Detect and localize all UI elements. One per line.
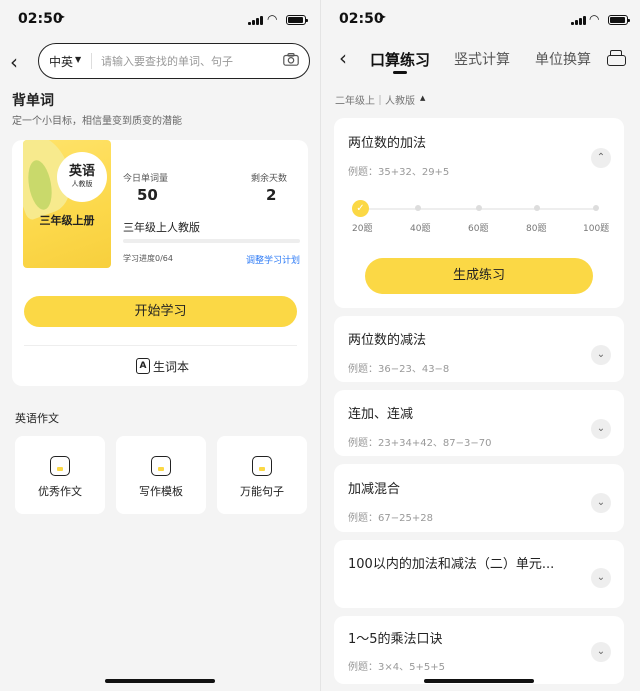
topic-example: 例题：36−23、43−8 bbox=[348, 364, 450, 375]
tab-unit-conversion[interactable]: 单位换算 bbox=[535, 49, 591, 69]
battery-icon bbox=[608, 15, 630, 25]
chevron-up-icon[interactable]: ⌃ bbox=[591, 148, 611, 168]
topic-title: 100以内的加法和减法（二）单元... bbox=[348, 557, 555, 572]
topic-example: 例题：35+32、29+5 bbox=[348, 167, 450, 178]
home-indicator[interactable] bbox=[424, 679, 534, 683]
topic-example: 例题：67−25+28 bbox=[348, 513, 433, 524]
study-progress-text: 学习进度0/64 bbox=[123, 254, 173, 263]
topic-title: 两位数的减法 bbox=[348, 333, 427, 348]
topic-card[interactable] bbox=[334, 616, 624, 684]
wifi-icon: ◠ bbox=[589, 12, 600, 26]
cover-badge-subtitle: 人教版 bbox=[71, 180, 93, 188]
tile-label: 优秀作文 bbox=[38, 485, 82, 498]
search-bar[interactable]: 中英 ▼ bbox=[38, 43, 310, 79]
chevron-down-icon[interactable]: ⌄ bbox=[591, 419, 611, 439]
printer-icon[interactable] bbox=[607, 50, 626, 66]
writing-template-icon bbox=[151, 456, 171, 476]
location-icon: ➤ bbox=[378, 12, 387, 23]
location-icon: ➤ bbox=[57, 12, 66, 23]
wordbook-icon: A bbox=[136, 358, 150, 374]
active-tab-indicator bbox=[393, 71, 407, 74]
slider-stop[interactable] bbox=[415, 205, 421, 211]
status-time: 02:50 bbox=[339, 11, 384, 27]
search-divider bbox=[91, 53, 92, 69]
caret-up-icon: ▲ bbox=[420, 94, 426, 102]
edition-name: 三年级上人教版 bbox=[123, 221, 200, 234]
cover-badge-title: 英语 bbox=[68, 164, 95, 179]
topic-example: 例题：23+34+42、87−3−70 bbox=[348, 438, 492, 449]
slider-label: 100题 bbox=[583, 224, 610, 234]
composition-title: 英语作文 bbox=[15, 412, 59, 425]
slider-knob-check-icon[interactable]: ✓ bbox=[352, 200, 369, 217]
chevron-down-icon[interactable]: ⌄ bbox=[591, 642, 611, 662]
days-left-value: 2 bbox=[266, 186, 277, 204]
today-words-value: 50 bbox=[137, 186, 158, 204]
language-select[interactable]: 中英 bbox=[49, 53, 73, 70]
textbook-cover[interactable]: 英语 人教版 三年级上册 bbox=[23, 140, 111, 268]
topic-title: 加减混合 bbox=[348, 482, 401, 497]
writing-template-tile[interactable]: 写作模板 bbox=[116, 436, 206, 514]
excellent-essay-icon bbox=[50, 456, 70, 476]
caret-down-icon: ▼ bbox=[75, 55, 82, 64]
slider-stop[interactable] bbox=[534, 205, 540, 211]
search-input[interactable] bbox=[101, 52, 271, 70]
slider-label: 60题 bbox=[468, 224, 489, 234]
days-left-label: 剩余天数 bbox=[251, 174, 288, 184]
study-progress-bar bbox=[123, 239, 300, 243]
topic-title: 两位数的加法 bbox=[348, 136, 427, 151]
universal-sentence-icon bbox=[252, 456, 272, 476]
chevron-down-icon[interactable]: ⌄ bbox=[591, 345, 611, 365]
adjust-plan-link[interactable]: 调整学习计划 bbox=[246, 253, 300, 266]
cover-badge: 英语 人教版 bbox=[57, 152, 107, 202]
back-button[interactable]: ‹ bbox=[339, 46, 347, 70]
today-words-label: 今日单词量 bbox=[123, 174, 169, 184]
status-bar: 02:50 ➤ ◠ bbox=[321, 0, 640, 40]
slider-label: 20题 bbox=[352, 224, 373, 234]
status-bar: 02:50 ➤ ◠ bbox=[0, 0, 320, 40]
start-study-button[interactable]: 开始学习 bbox=[24, 296, 297, 327]
universal-sentence-tile[interactable]: 万能句子 bbox=[217, 436, 307, 514]
vocab-screen: 02:50 ➤ ◠ ‹ 中英 ▼ 背单词 定一个小目标，相信量变到质变的潜能 英… bbox=[0, 0, 320, 691]
status-time: 02:50 bbox=[18, 11, 63, 27]
card-divider bbox=[24, 345, 297, 346]
slider-label: 80题 bbox=[526, 224, 547, 234]
grade-selector[interactable]: 二年级上｜人教版 bbox=[335, 92, 415, 107]
tile-label: 写作模板 bbox=[139, 485, 183, 498]
chevron-down-icon[interactable]: ⌄ bbox=[591, 568, 611, 588]
cover-title: 三年级上册 bbox=[39, 214, 95, 227]
topic-title: 连加、连减 bbox=[348, 407, 414, 422]
battery-icon bbox=[286, 15, 308, 25]
vocab-title: 背单词 bbox=[12, 93, 54, 109]
wordbook-button[interactable]: 生词本 bbox=[153, 358, 189, 375]
vocab-subtitle: 定一个小目标，相信量变到质变的潜能 bbox=[12, 116, 182, 127]
topic-example: 例题：3×4、5+5+5 bbox=[348, 662, 445, 673]
tab-vertical-calculation[interactable]: 竖式计算 bbox=[454, 49, 510, 69]
signal-icon bbox=[248, 16, 263, 25]
generate-practice-button[interactable]: 生成练习 bbox=[365, 258, 593, 294]
chevron-down-icon[interactable]: ⌄ bbox=[591, 493, 611, 513]
signal-icon bbox=[571, 16, 586, 25]
slider-label: 40题 bbox=[410, 224, 431, 234]
tab-oral-arithmetic[interactable]: 口算练习 bbox=[370, 49, 430, 70]
slider-stop[interactable] bbox=[593, 205, 599, 211]
tile-label: 万能句子 bbox=[240, 485, 284, 498]
camera-icon[interactable] bbox=[283, 53, 299, 66]
slider-stop[interactable] bbox=[476, 205, 482, 211]
wifi-icon: ◠ bbox=[267, 12, 278, 26]
topic-card[interactable] bbox=[334, 540, 624, 608]
topic-title: 1～5的乘法口诀 bbox=[348, 632, 443, 647]
home-indicator[interactable] bbox=[105, 679, 215, 683]
excellent-essay-tile[interactable]: 优秀作文 bbox=[15, 436, 105, 514]
back-button[interactable]: ‹ bbox=[10, 50, 18, 74]
